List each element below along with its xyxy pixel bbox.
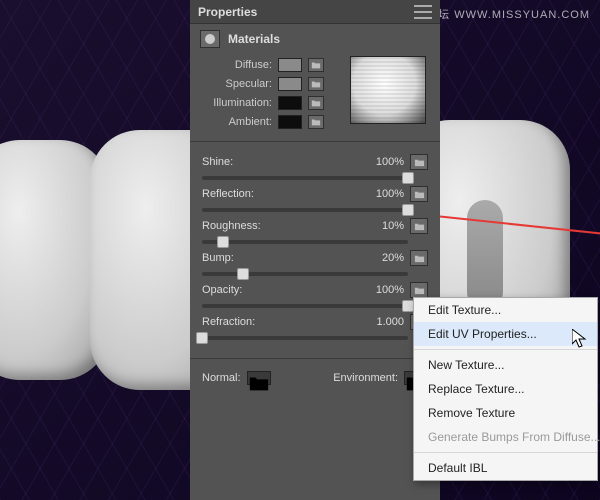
slider-thumb[interactable] [402, 172, 414, 184]
slider-label: Reflection: [202, 188, 274, 200]
slider-row: Reflection: 100% [202, 186, 428, 212]
texture-folder-button[interactable] [308, 58, 324, 72]
menu-item: Generate Bumps From Diffuse... [414, 425, 597, 449]
normal-folder-button[interactable] [247, 371, 271, 385]
bottom-row: Normal: Environment: [190, 363, 440, 393]
slider-row: Shine: 100% [202, 154, 428, 180]
slider-label: Shine: [202, 156, 274, 168]
slider-label: Refraction: [202, 316, 274, 328]
slider-row: Opacity: 100% [202, 282, 428, 308]
slider-track[interactable] [202, 240, 408, 244]
material-preview[interactable] [350, 56, 426, 124]
menu-item[interactable]: Default IBL [414, 456, 597, 480]
panel-header[interactable]: Properties [190, 0, 440, 24]
slider-label: Roughness: [202, 220, 274, 232]
slider-value[interactable]: 10% [382, 220, 410, 232]
slider-group: Shine: 100% Reflection: 100% Roughness: 10% Bu… [190, 146, 440, 354]
separator [190, 141, 440, 142]
separator [190, 358, 440, 359]
slider-value[interactable]: 20% [382, 252, 410, 264]
texture-folder-button[interactable] [308, 96, 324, 110]
slider-label: Bump: [202, 252, 274, 264]
slider-track[interactable] [202, 304, 408, 308]
slider-thumb[interactable] [196, 332, 208, 344]
properties-panel: Properties Materials Diffuse: Specular: Il… [190, 0, 440, 500]
color-swatch[interactable] [278, 58, 302, 72]
panel-menu-icon[interactable] [414, 5, 432, 19]
slider-value[interactable]: 1.000 [376, 316, 410, 328]
slider-folder-button[interactable] [410, 154, 428, 170]
color-prop-label: Diffuse: [200, 59, 272, 71]
menu-item[interactable]: Replace Texture... [414, 377, 597, 401]
color-prop-label: Ambient: [200, 116, 272, 128]
slider-track[interactable] [202, 336, 408, 340]
slider-folder-button[interactable] [410, 250, 428, 266]
slider-row: Roughness: 10% [202, 218, 428, 244]
menu-separator [414, 452, 597, 453]
normal-label: Normal: [202, 372, 241, 384]
color-swatch[interactable] [278, 96, 302, 110]
menu-item[interactable]: Edit Texture... [414, 298, 597, 322]
menu-item[interactable]: Edit UV Properties... [414, 322, 597, 346]
materials-section-header[interactable]: Materials [190, 24, 440, 54]
color-properties-grid: Diffuse: Specular: Illumination: Ambient: [190, 54, 440, 137]
slider-folder-button[interactable] [410, 218, 428, 234]
slider-folder-button[interactable] [410, 282, 428, 298]
context-menu: Edit Texture...Edit UV Properties... New … [413, 297, 598, 481]
slider-label: Opacity: [202, 284, 274, 296]
slider-value[interactable]: 100% [376, 284, 410, 296]
slider-thumb[interactable] [217, 236, 229, 248]
color-prop-label: Specular: [200, 78, 272, 90]
slider-thumb[interactable] [402, 204, 414, 216]
materials-icon [200, 30, 220, 48]
materials-label: Materials [228, 32, 280, 46]
environment-label: Environment: [333, 372, 398, 384]
slider-folder-button[interactable] [410, 186, 428, 202]
menu-item[interactable]: New Texture... [414, 353, 597, 377]
texture-folder-button[interactable] [308, 77, 324, 91]
menu-item[interactable]: Remove Texture [414, 401, 597, 425]
slider-value[interactable]: 100% [376, 156, 410, 168]
menu-separator [414, 349, 597, 350]
color-prop-label: Illumination: [200, 97, 272, 109]
slider-thumb[interactable] [237, 268, 249, 280]
slider-row: Bump: 20% [202, 250, 428, 276]
texture-folder-button[interactable] [308, 115, 324, 129]
slider-value[interactable]: 100% [376, 188, 410, 200]
slider-track[interactable] [202, 176, 408, 180]
slider-track[interactable] [202, 208, 408, 212]
slider-track[interactable] [202, 272, 408, 276]
panel-title: Properties [198, 5, 257, 19]
color-swatch[interactable] [278, 115, 302, 129]
color-swatch[interactable] [278, 77, 302, 91]
slider-row: Refraction: 1.000 [202, 314, 428, 340]
